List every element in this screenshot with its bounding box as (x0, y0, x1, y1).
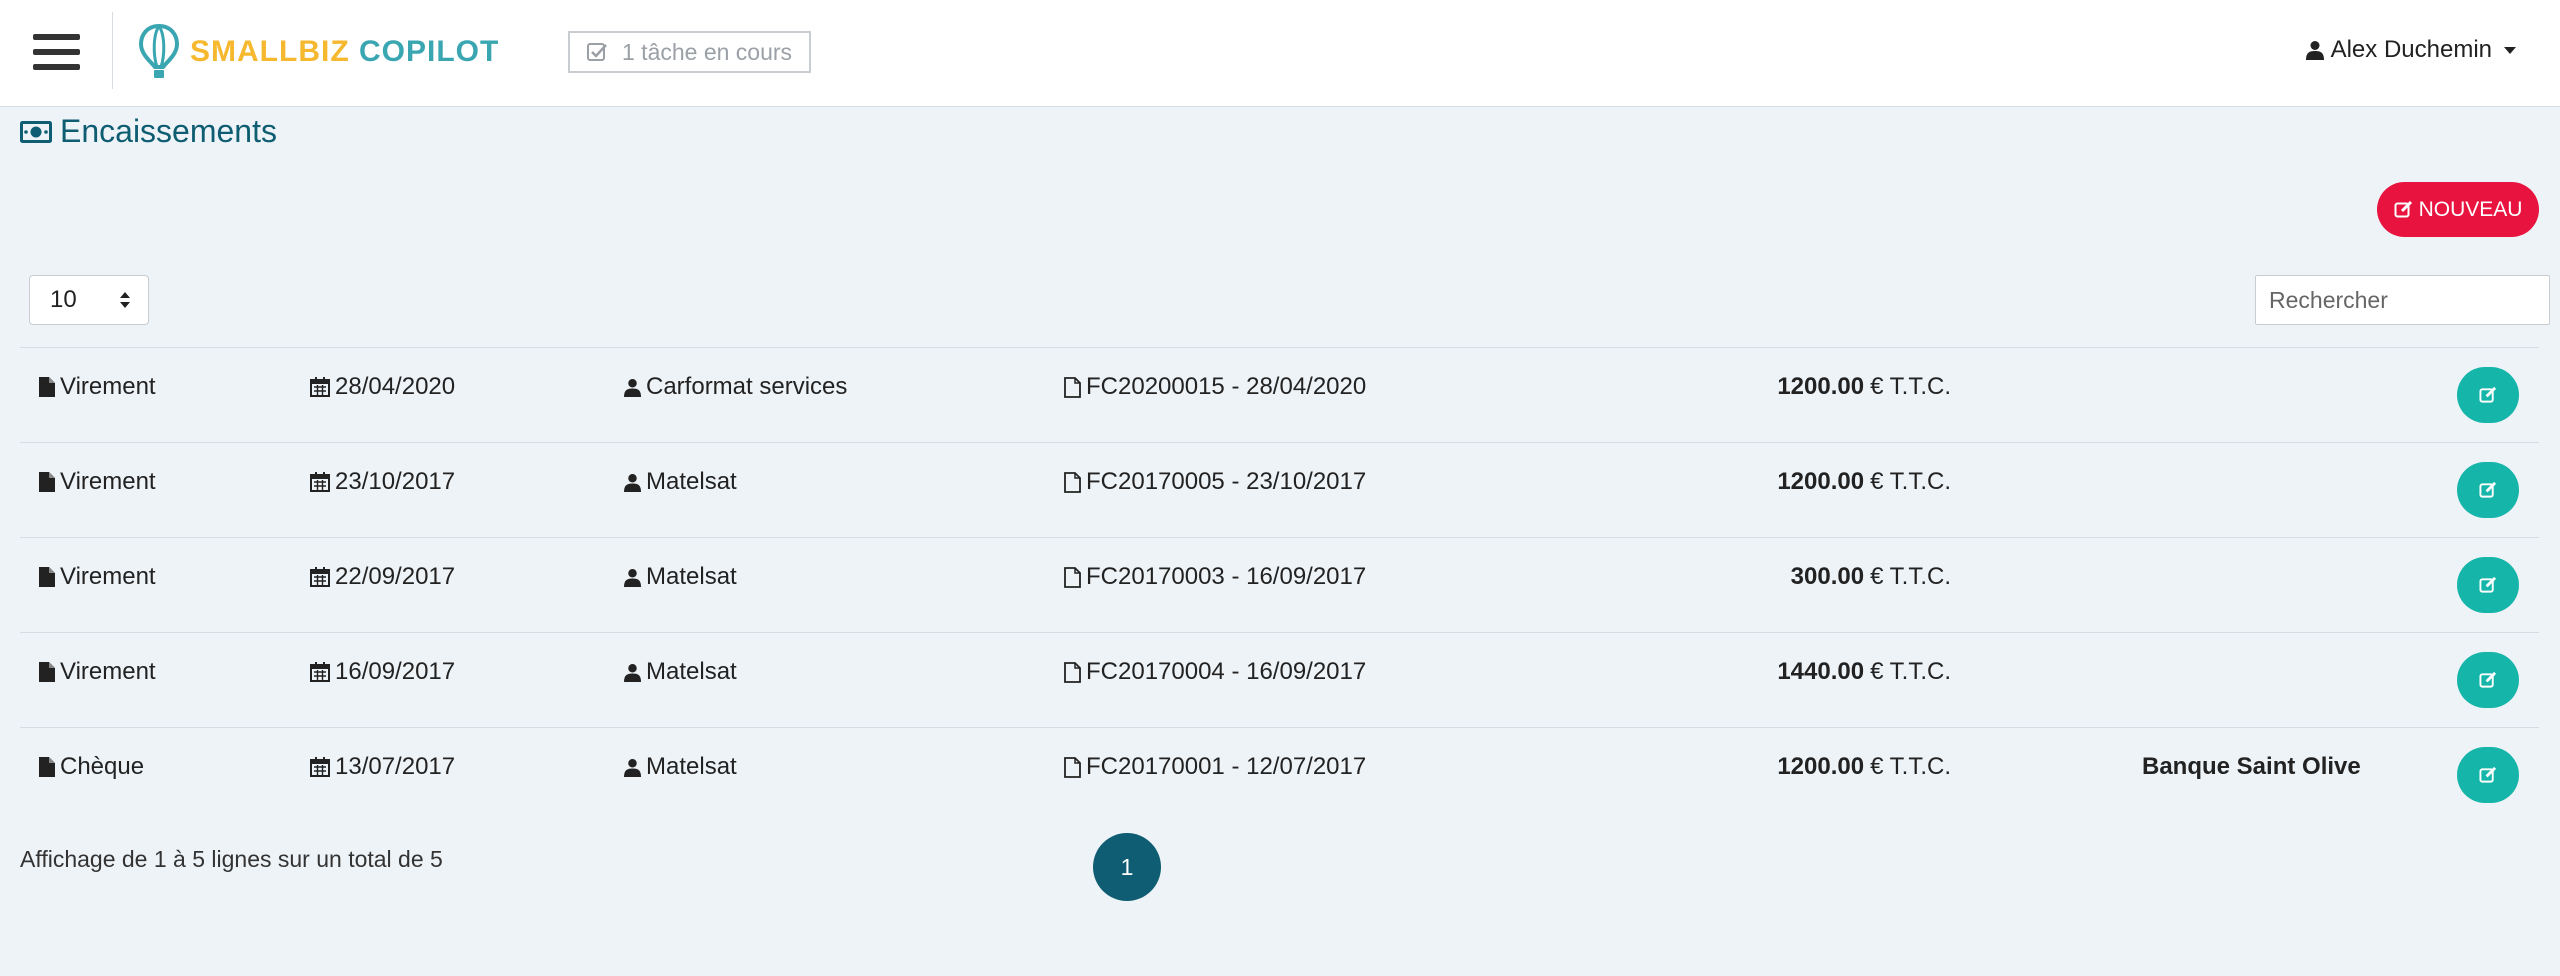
user-icon (2305, 41, 2324, 60)
page-title: Encaissements (20, 113, 277, 150)
task-status-label: 1 tâche en cours (622, 38, 793, 65)
payment-type: Chèque (39, 753, 144, 781)
payment-date: 13/07/2017 (310, 753, 455, 781)
page-length-value: 10 (50, 286, 77, 313)
payment-client: Matelsat (624, 658, 737, 686)
edit-icon (2479, 671, 2497, 688)
payment-client: Carformat services (624, 373, 847, 401)
table-row: Virement 22/09/2017 Matelsat FC20170003 - 1… (20, 537, 2539, 632)
user-name: Alex Duchemin (2330, 36, 2492, 63)
table-row: Virement 28/04/2020 Carformat services FC20… (20, 347, 2539, 442)
file-outline-icon (1064, 566, 1081, 588)
payment-amount: 300.00 € T.T.C. (1790, 563, 1951, 590)
payment-client: Matelsat (624, 563, 737, 591)
file-icon (39, 472, 55, 492)
payments-table: Virement 28/04/2020 Carformat services FC20… (20, 347, 2539, 822)
menu-toggle-button[interactable] (33, 30, 80, 74)
divider (112, 12, 113, 89)
file-icon (39, 567, 55, 587)
search-input[interactable] (2255, 275, 2550, 325)
edit-row-button[interactable] (2457, 462, 2519, 518)
file-icon (39, 662, 55, 682)
table-row: Chèque 13/07/2017 Matelsat FC20170001 - 12/… (20, 727, 2539, 822)
page-length-select[interactable]: 10 (29, 275, 149, 325)
payment-date: 28/04/2020 (310, 373, 455, 401)
payment-invoice: FC20170004 - 16/09/2017 (1064, 658, 1366, 686)
edit-icon (2479, 766, 2497, 783)
file-icon (39, 757, 55, 777)
caret-down-icon (2504, 46, 2516, 54)
payment-type: Virement (39, 563, 156, 591)
new-button[interactable]: NOUVEAU (2377, 182, 2539, 237)
payment-amount: 1200.00 € T.T.C. (1777, 468, 1951, 495)
new-button-label: NOUVEAU (2418, 197, 2523, 221)
user-icon (624, 378, 641, 397)
user-menu[interactable]: Alex Duchemin (2305, 36, 2516, 64)
payment-amount: 1200.00 € T.T.C. (1777, 373, 1951, 400)
payment-invoice: FC20170003 - 16/09/2017 (1064, 563, 1366, 591)
page-title-text: Encaissements (60, 113, 277, 149)
calendar-icon (310, 662, 330, 682)
calendar-icon (310, 567, 330, 587)
logo-text-smallbiz: SMALLBIZ (190, 35, 350, 68)
check-square-icon (587, 43, 607, 61)
payment-type: Virement (39, 373, 156, 401)
table-row: Virement 16/09/2017 Matelsat FC20170004 - 1… (20, 632, 2539, 727)
edit-row-button[interactable] (2457, 747, 2519, 803)
payment-type: Virement (39, 658, 156, 686)
hamburger-icon (33, 34, 80, 40)
money-icon (20, 120, 52, 143)
file-outline-icon (1064, 376, 1081, 398)
user-icon (624, 663, 641, 682)
payment-invoice: FC20170005 - 23/10/2017 (1064, 468, 1366, 496)
file-outline-icon (1064, 661, 1081, 683)
edit-row-button[interactable] (2457, 367, 2519, 423)
file-outline-icon (1064, 471, 1081, 493)
payment-client: Matelsat (624, 468, 737, 496)
payment-date: 23/10/2017 (310, 468, 455, 496)
user-icon (624, 568, 641, 587)
edit-row-button[interactable] (2457, 652, 2519, 708)
edit-icon (2479, 576, 2497, 593)
edit-row-button[interactable] (2457, 557, 2519, 613)
payment-client: Matelsat (624, 753, 737, 781)
file-outline-icon (1064, 756, 1081, 778)
top-navbar: SMALLBIZ COPILOT 1 tâche en cours Alex D… (0, 0, 2560, 107)
task-status-button[interactable]: 1 tâche en cours (568, 31, 811, 73)
payment-amount: 1440.00 € T.T.C. (1777, 658, 1951, 685)
payment-amount: 1200.00 € T.T.C. (1777, 753, 1951, 780)
sort-icon (120, 292, 130, 310)
pagination-page-1[interactable]: 1 (1093, 833, 1161, 901)
payment-date: 22/09/2017 (310, 563, 455, 591)
table-row: Virement 23/10/2017 Matelsat FC20170005 - 2… (20, 442, 2539, 537)
payment-date: 16/09/2017 (310, 658, 455, 686)
edit-icon (2479, 386, 2497, 403)
table-info: Affichage de 1 à 5 lignes sur un total d… (20, 846, 443, 872)
payment-invoice: FC20170001 - 12/07/2017 (1064, 753, 1366, 781)
logo-text-copilot: COPILOT (358, 35, 500, 68)
file-icon (39, 377, 55, 397)
app-logo[interactable]: SMALLBIZ COPILOT (138, 22, 499, 82)
payment-bank: Banque Saint Olive (2142, 753, 2361, 780)
calendar-icon (310, 377, 330, 397)
balloon-icon (138, 23, 180, 78)
payment-invoice: FC20200015 - 28/04/2020 (1064, 373, 1366, 401)
edit-icon (2479, 481, 2497, 498)
user-icon (624, 758, 641, 777)
user-icon (624, 473, 641, 492)
payment-type: Virement (39, 468, 156, 496)
edit-icon (2394, 200, 2412, 218)
calendar-icon (310, 472, 330, 492)
calendar-icon (310, 757, 330, 777)
